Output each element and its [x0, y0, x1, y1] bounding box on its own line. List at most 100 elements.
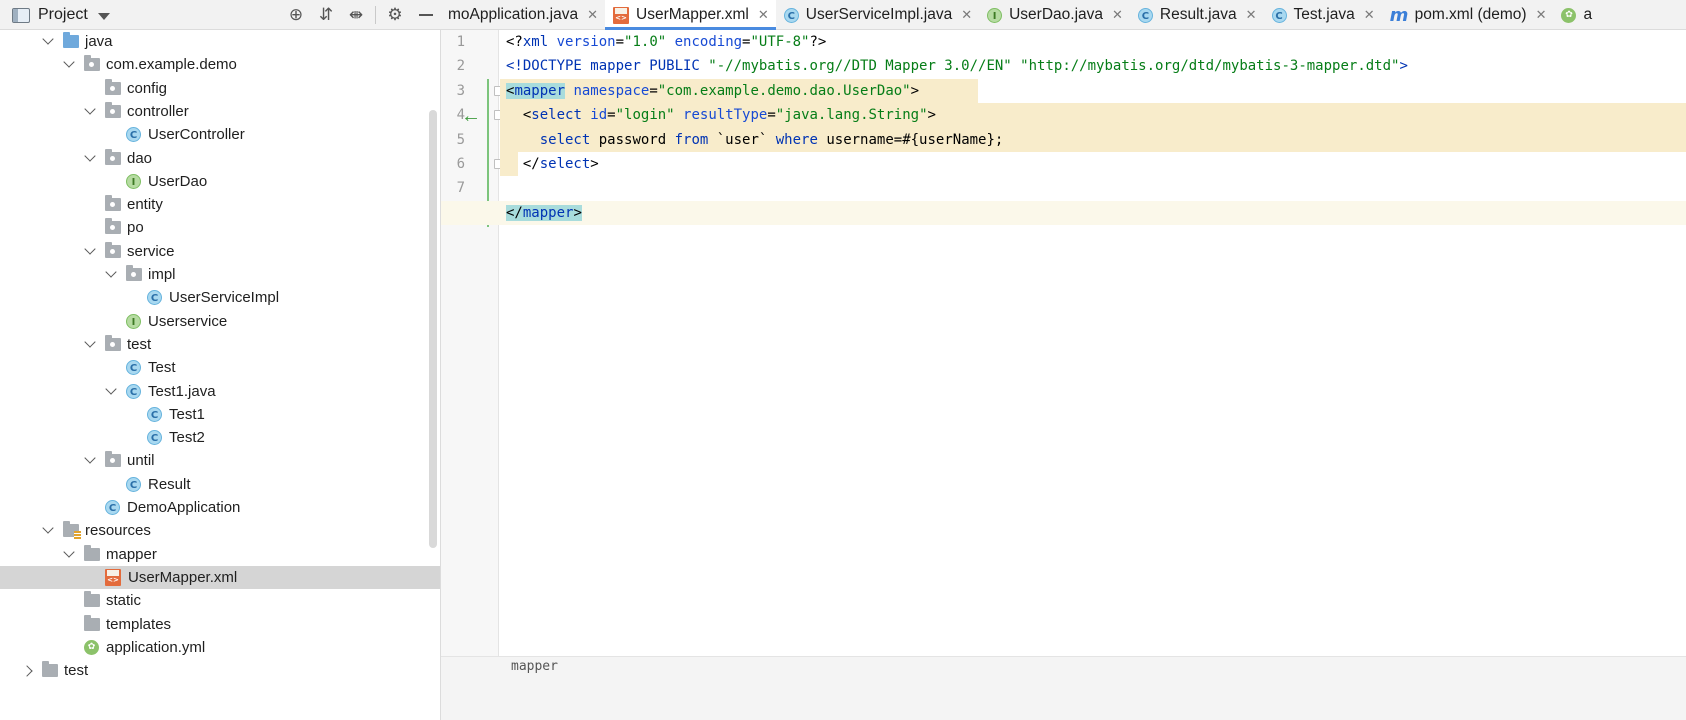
project-view-title[interactable]: Project	[38, 6, 88, 24]
tree-item[interactable]: mapper	[0, 543, 440, 566]
tree-item-label: Test1	[169, 405, 205, 423]
chevron-down-icon[interactable]	[104, 380, 118, 403]
crosshair-icon[interactable]: ⊕	[286, 5, 306, 25]
code-line[interactable]: <mapper namespace="com.example.demo.dao.…	[506, 79, 919, 103]
chevron-down-icon[interactable]	[83, 100, 97, 123]
chevron-down-icon[interactable]	[62, 543, 76, 566]
tree-item[interactable]: po	[0, 216, 440, 239]
tree-item[interactable]: static	[0, 589, 440, 612]
chevron-down-icon[interactable]	[83, 240, 97, 263]
tree-item[interactable]: dao	[0, 147, 440, 170]
code-token: >	[927, 107, 936, 124]
editor-tab[interactable]: <> UserMapper.xml ✕	[605, 0, 776, 30]
tree-item[interactable]: com.example.demo	[0, 53, 440, 76]
close-icon[interactable]: ✕	[1246, 7, 1257, 23]
editor-tab[interactable]: moApplication.java ✕	[440, 0, 605, 30]
tree-item[interactable]: I Userservice	[0, 310, 440, 333]
tree-item[interactable]: C UserServiceImpl	[0, 286, 440, 309]
tree-item-label: po	[127, 219, 144, 237]
code-token: where	[775, 131, 818, 148]
tree-item[interactable]: I UserDao	[0, 170, 440, 193]
chevron-down-icon[interactable]	[83, 147, 97, 170]
editor-tab[interactable]: I UserDao.java ✕	[979, 0, 1130, 30]
tree-item-label: java	[85, 33, 113, 50]
close-icon[interactable]: ✕	[587, 7, 598, 23]
line-number: 6	[456, 156, 465, 172]
toolbar-divider	[375, 6, 376, 24]
chevron-down-icon[interactable]	[83, 333, 97, 356]
editor-tab[interactable]: C Test.java ✕	[1264, 0, 1382, 30]
tree-item[interactable]: test	[0, 659, 440, 682]
tree-item[interactable]: config	[0, 77, 440, 100]
code-token: >	[573, 204, 582, 221]
tree-item[interactable]: <> UserMapper.xml	[0, 565, 440, 589]
class-icon: C	[147, 406, 162, 422]
code-token: "-//mybatis.org//DTD Mapper 3.0//EN"	[708, 58, 1012, 75]
tree-item[interactable]: java	[0, 30, 440, 53]
editor-tab[interactable]: C UserServiceImpl.java ✕	[776, 0, 979, 30]
close-icon[interactable]: ✕	[961, 7, 972, 23]
tree-item[interactable]: C UserController	[0, 123, 440, 146]
tree-item-label: UserMapper.xml	[128, 568, 238, 586]
tree-item[interactable]: test	[0, 333, 440, 356]
chevron-down-icon[interactable]	[97, 12, 110, 20]
code-line[interactable]: </select>	[506, 152, 599, 176]
tree-item[interactable]: C DemoApplication	[0, 496, 440, 519]
collapse-all-icon[interactable]: ⇼	[346, 5, 366, 25]
chevron-down-icon[interactable]	[41, 519, 55, 542]
tree-item[interactable]: controller	[0, 100, 440, 123]
tree-item[interactable]: C Result	[0, 473, 440, 496]
editor-tab[interactable]: ✿ a	[1553, 0, 1599, 30]
editor-tab[interactable]: C Result.java ✕	[1130, 0, 1264, 30]
close-icon[interactable]: ✕	[1364, 7, 1375, 23]
maven-icon: m	[1389, 4, 1409, 26]
editor-tab[interactable]: m pom.xml (demo) ✕	[1382, 0, 1554, 30]
tree-item[interactable]: ✿ application.yml	[0, 636, 440, 659]
tree-item-label: static	[106, 592, 142, 610]
tree-item[interactable]: C Test1	[0, 403, 440, 426]
chevron-down-icon[interactable]	[41, 30, 55, 53]
resources-folder-icon	[63, 521, 81, 540]
code-token: =	[615, 34, 625, 50]
tree-item[interactable]: C Test	[0, 356, 440, 379]
code-line[interactable]: <!DOCTYPE mapper PUBLIC "-//mybatis.org/…	[506, 54, 1408, 78]
tree-item[interactable]: service	[0, 240, 440, 263]
chevron-down-icon[interactable]	[104, 263, 118, 286]
code-line[interactable]: <?xml version="1.0" encoding="UTF-8"?>	[506, 30, 826, 54]
close-icon[interactable]: ✕	[1536, 7, 1547, 23]
breadcrumb-item[interactable]: mapper	[511, 659, 558, 674]
code-token: mapper	[522, 204, 574, 221]
tab-label: UserMapper.xml	[636, 6, 749, 23]
code-line[interactable]: <select id="login" resultType="java.lang…	[506, 103, 936, 127]
chevron-down-icon[interactable]	[83, 449, 97, 472]
spring-config-icon: ✿	[1561, 7, 1577, 23]
tree-scrollbar[interactable]	[429, 110, 437, 548]
tree-item[interactable]: templates	[0, 613, 440, 636]
line-number: 4	[456, 107, 465, 124]
expand-all-icon[interactable]: ⇵	[316, 5, 336, 25]
tree-item-label: entity	[127, 196, 163, 214]
chevron-right-icon[interactable]	[20, 659, 34, 682]
code-token: </	[506, 156, 540, 172]
tree-item[interactable]: C Test2	[0, 426, 440, 449]
project-view-header[interactable]: Project	[0, 0, 440, 30]
tree-item[interactable]: C Test1.java	[0, 380, 440, 403]
close-icon[interactable]: ✕	[758, 7, 769, 23]
hide-icon[interactable]	[419, 14, 433, 16]
gear-icon[interactable]: ⚙	[385, 5, 405, 25]
tree-item[interactable]: impl	[0, 263, 440, 286]
tree-item[interactable]: resources	[0, 519, 440, 542]
code-line[interactable]: select password from `user` where userna…	[506, 128, 1004, 152]
tree-item[interactable]: entity	[0, 193, 440, 216]
code-line[interactable]: </mapper>	[506, 201, 582, 225]
tree-item[interactable]: until	[0, 449, 440, 472]
code-editor[interactable]: ← 12345678 <?xml version="1.0" encoding=…	[441, 30, 1686, 720]
code-token: select	[531, 107, 582, 124]
close-icon[interactable]: ✕	[1112, 7, 1123, 23]
chevron-down-icon[interactable]	[62, 53, 76, 76]
